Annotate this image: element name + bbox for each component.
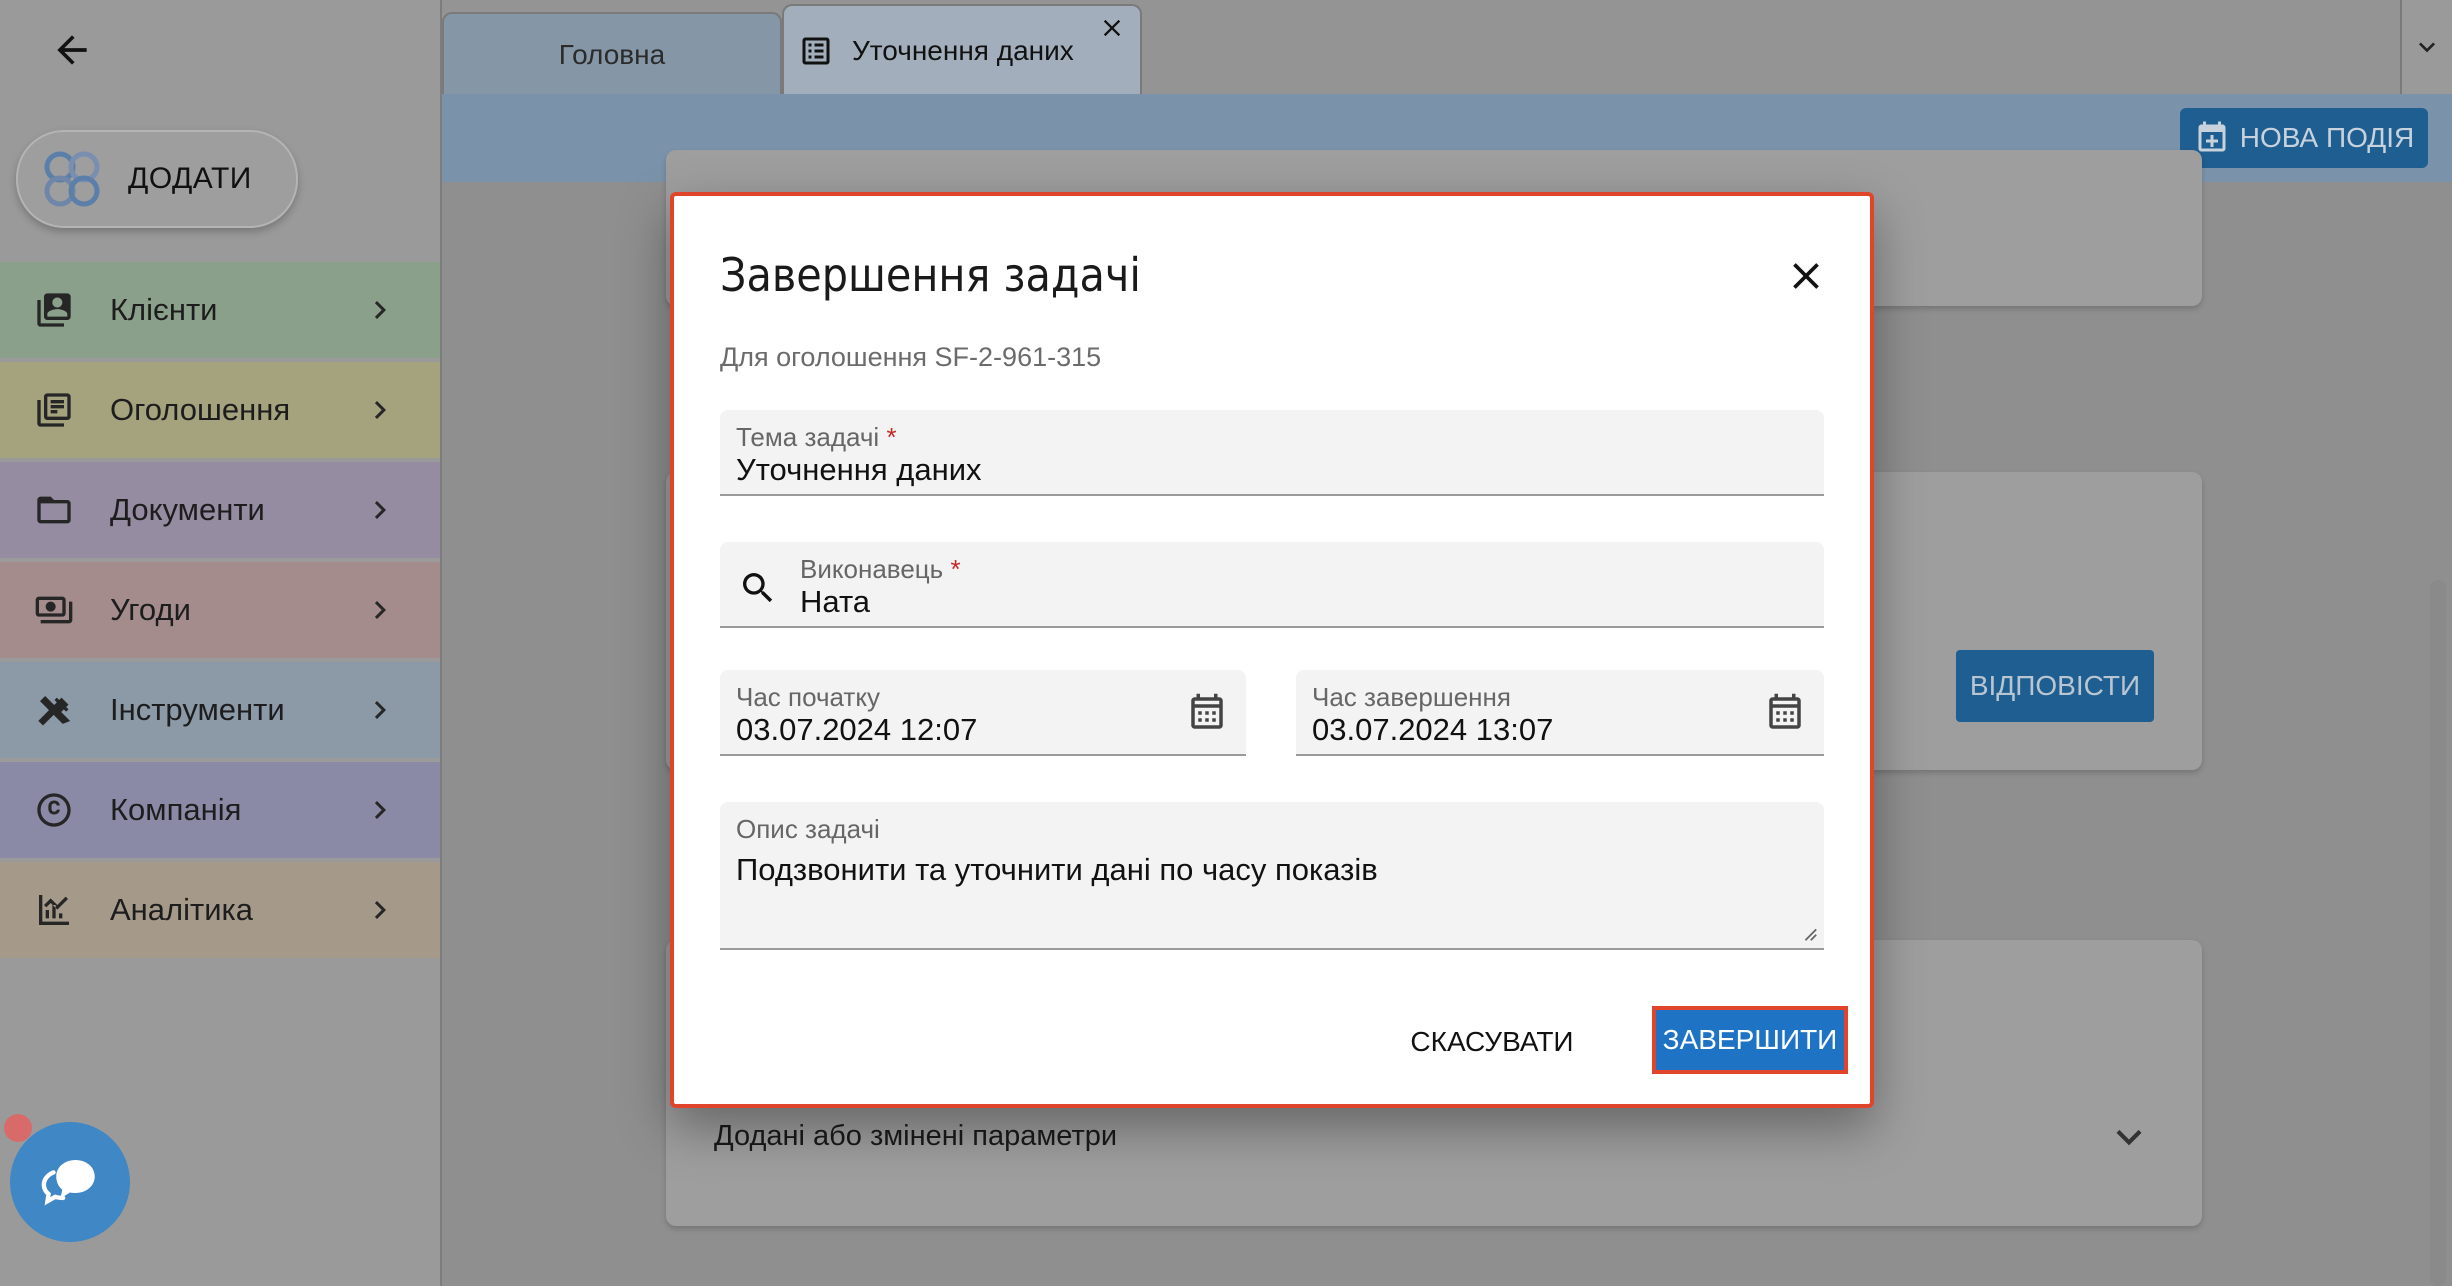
tab-home-label: Головна <box>558 39 666 70</box>
sidebar: ДОДАТИ Клієнти Оголошення Документи Угод… <box>0 0 442 1286</box>
calendar-add-icon <box>2198 121 2226 152</box>
close-tab-icon[interactable] <box>1098 14 1126 42</box>
new-event-label: НОВА ПОДІЯ <box>2239 122 2415 153</box>
reply-label: ВІДПОВІСТИ <box>1969 670 2141 701</box>
sidebar-item-label: Інструменти <box>110 692 285 727</box>
listing-icon <box>30 386 78 434</box>
dialog-title: Завершення задачі <box>720 248 1141 302</box>
tab-active-label: Уточнення даних <box>852 35 1074 66</box>
sidebar-item-clients[interactable]: Клієнти <box>0 262 440 358</box>
expand-more-icon[interactable] <box>2104 1112 2154 1162</box>
arrow-back-icon <box>57 35 87 65</box>
executor-label: Виконавець * <box>800 554 961 584</box>
reply-button[interactable]: ВІДПОВІСТИ <box>1956 650 2154 722</box>
tab-home[interactable]: Головна <box>442 12 782 96</box>
end-time-label: Час завершення <box>1312 682 1511 712</box>
task-topic-label: Тема задачі * <box>736 422 897 452</box>
new-event-button[interactable]: НОВА ПОДІЯ <box>2180 108 2428 168</box>
sidebar-item-company[interactable]: Компанія <box>0 762 440 858</box>
scrollbar[interactable] <box>2430 580 2446 1286</box>
sidebar-nav: Клієнти Оголошення Документи Угоди Інстр… <box>0 262 440 962</box>
chevron-down-icon <box>2419 42 2435 53</box>
sidebar-item-label: Угоди <box>110 592 191 627</box>
back-button[interactable] <box>44 22 100 78</box>
chevron-right-icon <box>374 401 386 419</box>
end-time-field[interactable]: Час завершення 03.07.2024 13:07 <box>1296 670 1824 756</box>
chevron-right-icon <box>374 301 386 319</box>
sidebar-item-label: Клієнти <box>110 292 218 327</box>
app-logo-icon <box>44 151 100 207</box>
chevron-right-icon <box>374 601 386 619</box>
dialog-subtitle: Для оголошення SF-2-961-315 <box>720 342 1102 372</box>
tab-bar: Головна Уточнення даних <box>442 0 2452 96</box>
chat-bubble-icon <box>41 1160 95 1206</box>
start-time-label: Час початку <box>736 682 880 712</box>
task-description-value: Подзвонити та уточнити дані по часу пока… <box>736 852 1378 887</box>
executor-value: Ната <box>800 584 871 619</box>
sidebar-item-label: Документи <box>110 492 265 527</box>
chat-button[interactable] <box>10 1122 130 1242</box>
task-description-field[interactable]: Опис задачі Подзвонити та уточнити дані … <box>720 802 1824 950</box>
copyright-icon <box>30 786 78 834</box>
sidebar-item-documents[interactable]: Документи <box>0 462 440 558</box>
sidebar-item-listings[interactable]: Оголошення <box>0 362 440 458</box>
executor-field[interactable]: Виконавець * Ната <box>720 542 1824 628</box>
chevron-right-icon <box>374 501 386 519</box>
add-button-label: ДОДАТИ <box>128 162 252 195</box>
params-label: Додані або змінені параметри <box>714 1120 1118 1152</box>
search-icon <box>743 573 773 603</box>
folder-icon <box>30 486 78 534</box>
start-time-field[interactable]: Час початку 03.07.2024 12:07 <box>720 670 1246 756</box>
close-icon[interactable] <box>1784 254 1828 298</box>
task-topic-value: Уточнення даних <box>736 452 982 487</box>
analytics-icon <box>30 886 78 934</box>
finish-button[interactable]: ЗАВЕРШИТИ <box>1652 1006 1848 1074</box>
sidebar-item-tools[interactable]: Інструменти <box>0 662 440 758</box>
calendar-icon[interactable] <box>1186 692 1228 734</box>
sidebar-item-analytics[interactable]: Аналітика <box>0 862 440 958</box>
chevron-right-icon <box>374 701 386 719</box>
start-time-value: 03.07.2024 12:07 <box>736 712 978 747</box>
end-time-value: 03.07.2024 13:07 <box>1312 712 1554 747</box>
tools-icon <box>30 686 78 734</box>
money-icon <box>30 586 78 634</box>
cancel-button[interactable]: СКАСУВАТИ <box>1400 1012 1584 1072</box>
sidebar-item-label: Аналітика <box>110 892 254 927</box>
chevron-right-icon <box>374 801 386 819</box>
add-button[interactable]: ДОДАТИ <box>16 130 298 228</box>
sidebar-item-label: Компанія <box>110 792 242 827</box>
sidebar-item-label: Оголошення <box>110 392 291 427</box>
tab-task-clarification[interactable]: Уточнення даних <box>782 4 1142 96</box>
complete-task-dialog: Завершення задачі Для оголошення SF-2-96… <box>670 192 1874 1108</box>
calendar-icon[interactable] <box>1764 692 1806 734</box>
tab-dropdown-button[interactable] <box>2400 0 2452 94</box>
resize-handle-icon[interactable] <box>1800 924 1818 942</box>
contacts-icon <box>30 286 78 334</box>
sidebar-item-deals[interactable]: Угоди <box>0 562 440 658</box>
chevron-right-icon <box>374 901 386 919</box>
task-description-label: Опис задачі <box>736 814 880 844</box>
form-icon <box>802 37 830 65</box>
task-topic-field[interactable]: Тема задачі * Уточнення даних <box>720 410 1824 496</box>
